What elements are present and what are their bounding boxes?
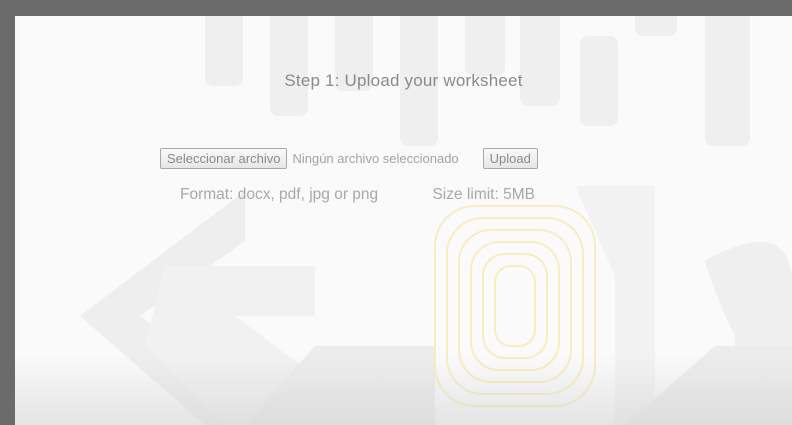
format-label: Format: docx, pdf, jpg or png <box>180 186 379 203</box>
size-limit-label: Size limit: 5MB <box>432 186 535 203</box>
upload-button[interactable]: Upload <box>482 147 538 169</box>
upload-requirements: Format: docx, pdf, jpg or png Size limit… <box>180 186 535 204</box>
upload-panel: Step 1: Upload your worksheet Selecciona… <box>0 0 792 425</box>
page-title: Step 1: Upload your worksheet <box>284 71 523 90</box>
choose-file-button[interactable]: Seleccionar archivo <box>160 147 288 169</box>
bottom-shadow <box>15 355 792 425</box>
file-status-label: Ningún archivo seleccionado <box>292 150 459 166</box>
file-input[interactable]: Seleccionar archivo Ningún archivo selec… <box>160 147 538 169</box>
